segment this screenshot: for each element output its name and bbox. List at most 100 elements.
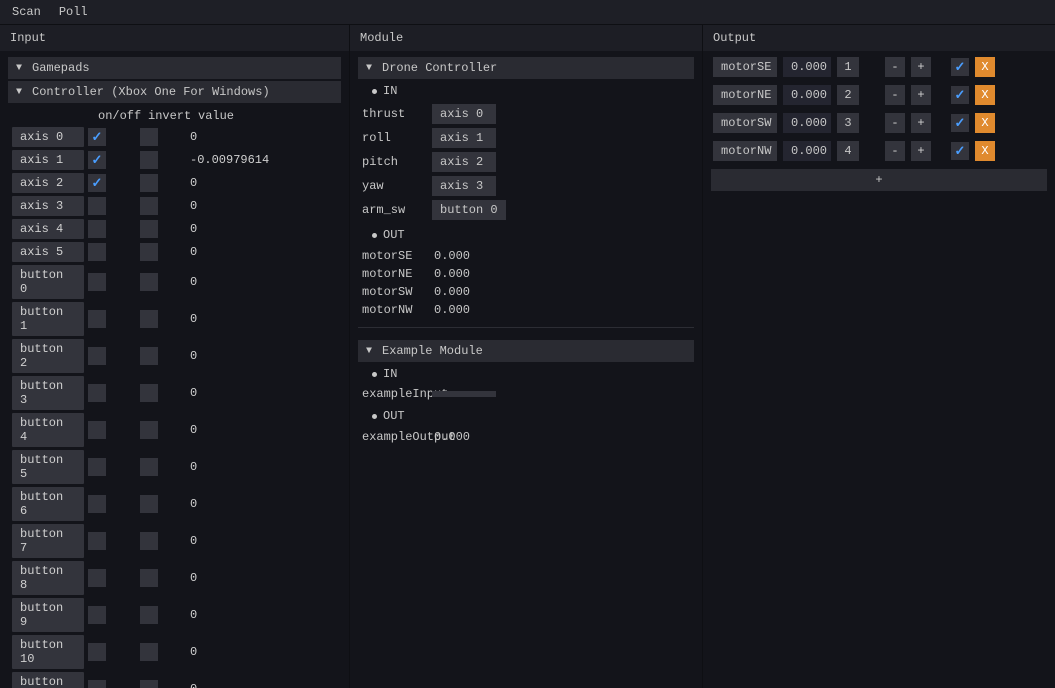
- module-input-assign[interactable]: axis 2: [432, 152, 496, 172]
- module-input-assign[interactable]: axis 1: [432, 128, 496, 148]
- panel-output: Output motorSE0.0001-+XmotorNE0.0002-+Xm…: [703, 25, 1055, 688]
- module-output-value: 0.000: [434, 267, 470, 281]
- module-header[interactable]: ▼Example Module: [358, 340, 694, 362]
- onoff-checkbox[interactable]: [88, 347, 106, 365]
- panel-module: Module ▼Drone ControllerINthrustaxis 0ro…: [350, 25, 703, 688]
- chevron-down-icon: ▼: [16, 87, 26, 98]
- input-row: axis 30: [8, 196, 341, 216]
- input-row: button 90: [8, 598, 341, 632]
- module-header[interactable]: ▼Drone Controller: [358, 57, 694, 79]
- add-output-button[interactable]: +: [711, 169, 1047, 191]
- minus-button[interactable]: -: [885, 57, 905, 77]
- input-value: 0: [162, 349, 197, 363]
- onoff-checkbox[interactable]: [88, 421, 106, 439]
- output-index[interactable]: 4: [837, 141, 859, 161]
- panel-output-title: Output: [703, 25, 1055, 51]
- invert-checkbox[interactable]: [140, 310, 158, 328]
- col-onoff: on/off: [98, 109, 148, 123]
- menu-scan[interactable]: Scan: [12, 5, 41, 19]
- input-name-chip: button 5: [12, 450, 84, 484]
- input-name-chip: button 2: [12, 339, 84, 373]
- delete-button[interactable]: X: [975, 85, 995, 105]
- plus-button[interactable]: +: [911, 85, 931, 105]
- out-section: OUT: [358, 223, 694, 247]
- onoff-checkbox[interactable]: [88, 174, 106, 192]
- onoff-checkbox[interactable]: [88, 273, 106, 291]
- delete-button[interactable]: X: [975, 141, 995, 161]
- onoff-checkbox[interactable]: [88, 197, 106, 215]
- output-enable-checkbox[interactable]: [951, 114, 969, 132]
- invert-checkbox[interactable]: [140, 273, 158, 291]
- minus-button[interactable]: -: [885, 85, 905, 105]
- col-value: value: [198, 109, 341, 123]
- output-enable-checkbox[interactable]: [951, 58, 969, 76]
- input-value: 0: [162, 460, 197, 474]
- output-enable-checkbox[interactable]: [951, 86, 969, 104]
- invert-checkbox[interactable]: [140, 243, 158, 261]
- onoff-checkbox[interactable]: [88, 243, 106, 261]
- plus-button[interactable]: +: [911, 57, 931, 77]
- invert-checkbox[interactable]: [140, 197, 158, 215]
- panel-input-body: ▼ Gamepads ▼ Controller (Xbox One For Wi…: [0, 51, 349, 688]
- module-input-assign[interactable]: [432, 391, 496, 397]
- onoff-checkbox[interactable]: [88, 310, 106, 328]
- divider: [358, 327, 694, 328]
- menu-poll[interactable]: Poll: [59, 5, 88, 19]
- tree-controller[interactable]: ▼ Controller (Xbox One For Windows): [8, 81, 341, 103]
- invert-checkbox[interactable]: [140, 569, 158, 587]
- input-value: 0: [162, 222, 197, 236]
- input-row: button 70: [8, 524, 341, 558]
- onoff-checkbox[interactable]: [88, 643, 106, 661]
- invert-checkbox[interactable]: [140, 128, 158, 146]
- input-row: button 10: [8, 302, 341, 336]
- output-row: motorNW0.0004-+X: [711, 141, 1047, 161]
- onoff-checkbox[interactable]: [88, 220, 106, 238]
- plus-button[interactable]: +: [911, 113, 931, 133]
- onoff-checkbox[interactable]: [88, 532, 106, 550]
- delete-button[interactable]: X: [975, 113, 995, 133]
- tree-gamepads[interactable]: ▼ Gamepads: [8, 57, 341, 79]
- invert-checkbox[interactable]: [140, 384, 158, 402]
- onoff-checkbox[interactable]: [88, 384, 106, 402]
- output-index[interactable]: 2: [837, 85, 859, 105]
- input-row: axis 1-0.00979614: [8, 150, 341, 170]
- output-index[interactable]: 3: [837, 113, 859, 133]
- bullet-icon: [372, 233, 377, 238]
- bullet-icon: [372, 89, 377, 94]
- invert-checkbox[interactable]: [140, 174, 158, 192]
- invert-checkbox[interactable]: [140, 532, 158, 550]
- input-row: button 60: [8, 487, 341, 521]
- onoff-checkbox[interactable]: [88, 458, 106, 476]
- onoff-checkbox[interactable]: [88, 128, 106, 146]
- plus-button[interactable]: +: [911, 141, 931, 161]
- invert-checkbox[interactable]: [140, 458, 158, 476]
- module-input-assign[interactable]: axis 3: [432, 176, 496, 196]
- module-input-assign[interactable]: axis 0: [432, 104, 496, 124]
- invert-checkbox[interactable]: [140, 421, 158, 439]
- minus-button[interactable]: -: [885, 141, 905, 161]
- invert-checkbox[interactable]: [140, 151, 158, 169]
- output-name-chip: motorSW: [713, 113, 777, 133]
- minus-button[interactable]: -: [885, 113, 905, 133]
- gamepads-label: Gamepads: [32, 61, 90, 75]
- invert-checkbox[interactable]: [140, 606, 158, 624]
- invert-checkbox[interactable]: [140, 347, 158, 365]
- onoff-checkbox[interactable]: [88, 151, 106, 169]
- menubar: Scan Poll: [0, 0, 1055, 25]
- module-output-value: 0.000: [434, 303, 470, 317]
- input-value: 0: [162, 386, 197, 400]
- invert-checkbox[interactable]: [140, 495, 158, 513]
- out-label: OUT: [383, 409, 405, 423]
- invert-checkbox[interactable]: [140, 220, 158, 238]
- onoff-checkbox[interactable]: [88, 606, 106, 624]
- onoff-checkbox[interactable]: [88, 569, 106, 587]
- output-index[interactable]: 1: [837, 57, 859, 77]
- onoff-checkbox[interactable]: [88, 495, 106, 513]
- panel-output-body: motorSE0.0001-+XmotorNE0.0002-+XmotorSW0…: [703, 51, 1055, 688]
- panels: Input ▼ Gamepads ▼ Controller (Xbox One …: [0, 25, 1055, 688]
- module-title: Example Module: [382, 344, 483, 358]
- invert-checkbox[interactable]: [140, 643, 158, 661]
- module-input-assign[interactable]: button 0: [432, 200, 506, 220]
- delete-button[interactable]: X: [975, 57, 995, 77]
- output-enable-checkbox[interactable]: [951, 142, 969, 160]
